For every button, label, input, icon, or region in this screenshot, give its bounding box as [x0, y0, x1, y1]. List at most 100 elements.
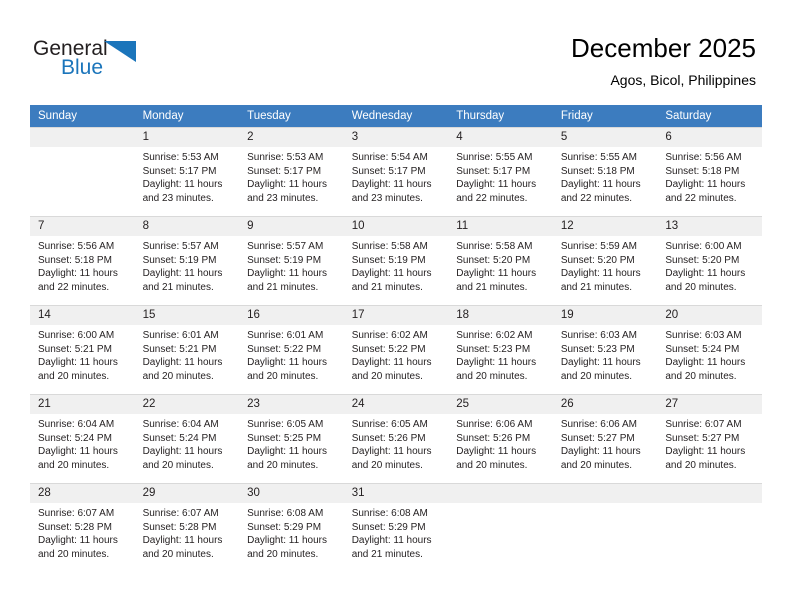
calendar-week-row: 1 Sunrise: 5:53 AM Sunset: 5:17 PM Daylight… [30, 127, 762, 217]
daylight-text-line2: and 20 minutes. [665, 459, 737, 471]
day-number: 28 [30, 484, 135, 503]
calendar-day-cell[interactable]: 12 Sunrise: 5:59 AM Sunset: 5:20 PM Dayligh… [552, 216, 658, 306]
calendar-day-cell[interactable]: 28 Sunrise: 6:07 AM Sunset: 5:28 PM Dayligh… [30, 483, 135, 572]
calendar-week-row: 14 Sunrise: 6:00 AM Sunset: 5:21 PM Dayligh… [30, 305, 762, 395]
calendar-day-cell[interactable]: 14 Sunrise: 6:00 AM Sunset: 5:21 PM Dayligh… [30, 305, 135, 395]
day-number: 25 [448, 395, 553, 414]
day-details: Sunrise: 5:53 AM Sunset: 5:17 PM Daylight:… [239, 147, 344, 205]
calendar-day-cell[interactable]: 31 Sunrise: 6:08 AM Sunset: 5:29 PM Dayligh… [343, 483, 449, 572]
day-number: 31 [343, 484, 449, 503]
daylight-text-line2: and 23 minutes. [247, 192, 319, 204]
day-number: 3 [343, 128, 449, 147]
sunrise-text: Sunrise: 5:58 AM [351, 241, 428, 252]
daylight-text-line2: and 21 minutes. [456, 281, 528, 293]
daylight-text-line2: and 20 minutes. [351, 459, 423, 471]
calendar-day-cell[interactable]: 6 Sunrise: 5:56 AM Sunset: 5:18 PM Daylight… [657, 127, 762, 217]
sunset-text: Sunset: 5:22 PM [351, 343, 426, 355]
column-header-wednesday: Wednesday [343, 105, 449, 128]
sunrise-text: Sunrise: 6:08 AM [351, 508, 428, 519]
calendar-day-cell[interactable]: 27 Sunrise: 6:07 AM Sunset: 5:27 PM Dayligh… [657, 394, 762, 484]
daylight-text-line2: and 20 minutes. [665, 281, 737, 293]
page-title: December 2025 [571, 33, 756, 63]
day-details: Sunrise: 6:01 AM Sunset: 5:22 PM Daylight:… [239, 325, 344, 383]
calendar-day-cell[interactable]: 21 Sunrise: 6:04 AM Sunset: 5:24 PM Dayligh… [30, 394, 135, 484]
daylight-text-line2: and 23 minutes. [351, 192, 423, 204]
daylight-text-line2: and 20 minutes. [142, 548, 214, 560]
sunrise-text: Sunrise: 6:06 AM [560, 419, 637, 430]
day-details: Sunrise: 6:08 AM Sunset: 5:29 PM Daylight:… [344, 503, 449, 561]
calendar-day-cell[interactable]: 23 Sunrise: 6:05 AM Sunset: 5:25 PM Dayligh… [239, 394, 344, 484]
day-number: 16 [239, 306, 344, 325]
calendar-day-cell[interactable]: 8 Sunrise: 5:57 AM Sunset: 5:19 PM Daylight… [134, 216, 240, 306]
calendar-day-cell[interactable]: 1 Sunrise: 5:53 AM Sunset: 5:17 PM Daylight… [134, 127, 240, 217]
sunset-text: Sunset: 5:24 PM [38, 432, 112, 444]
sunrise-text: Sunrise: 6:05 AM [351, 419, 428, 430]
sunrise-text: Sunrise: 6:00 AM [665, 241, 742, 252]
daylight-text-line1: Daylight: 11 hours [665, 446, 746, 458]
day-number [657, 484, 762, 503]
calendar-day-cell[interactable]: 5 Sunrise: 5:55 AM Sunset: 5:18 PM Daylight… [552, 127, 658, 217]
calendar-day-cell[interactable]: 26 Sunrise: 6:06 AM Sunset: 5:27 PM Dayligh… [552, 394, 658, 484]
daylight-text-line1: Daylight: 11 hours [560, 357, 641, 369]
calendar-day-cell[interactable]: 22 Sunrise: 6:04 AM Sunset: 5:24 PM Dayligh… [134, 394, 240, 484]
logo-text-blue: Blue [61, 56, 104, 79]
daylight-text-line1: Daylight: 11 hours [247, 179, 327, 191]
calendar-day-cell[interactable]: 4 Sunrise: 5:55 AM Sunset: 5:17 PM Daylight… [448, 127, 553, 217]
calendar-page: General Blue December 2025 Agos, Bicol, … [0, 0, 792, 612]
sunset-text: Sunset: 5:20 PM [456, 254, 531, 266]
day-number: 12 [552, 217, 658, 236]
sunset-text: Sunset: 5:17 PM [456, 165, 531, 177]
sunrise-text: Sunrise: 6:07 AM [665, 419, 742, 430]
sunset-text: Sunset: 5:29 PM [351, 521, 426, 533]
calendar-day-cell[interactable]: 13 Sunrise: 6:00 AM Sunset: 5:20 PM Dayligh… [657, 216, 762, 306]
sunrise-text: Sunrise: 5:57 AM [247, 241, 324, 252]
calendar-day-cell[interactable]: 19 Sunrise: 6:03 AM Sunset: 5:23 PM Dayligh… [552, 305, 658, 395]
calendar-day-cell[interactable]: 9 Sunrise: 5:57 AM Sunset: 5:19 PM Daylight… [239, 216, 344, 306]
calendar-day-cell[interactable]: 29 Sunrise: 6:07 AM Sunset: 5:28 PM Dayligh… [134, 483, 240, 572]
daylight-text-line1: Daylight: 11 hours [142, 268, 223, 280]
calendar-day-cell[interactable]: 10 Sunrise: 5:58 AM Sunset: 5:19 PM Dayligh… [343, 216, 449, 306]
title-block: December 2025 Agos, Bicol, Philippines [571, 32, 756, 90]
day-number: 11 [448, 217, 553, 236]
calendar-day-cell[interactable]: 7 Sunrise: 5:56 AM Sunset: 5:18 PM Daylight… [30, 216, 135, 306]
day-details: Sunrise: 6:06 AM Sunset: 5:27 PM Daylight:… [553, 414, 658, 472]
day-number: 6 [657, 128, 762, 147]
calendar-day-cell[interactable]: 11 Sunrise: 5:58 AM Sunset: 5:20 PM Dayligh… [448, 216, 553, 306]
daylight-text-line1: Daylight: 11 hours [38, 357, 118, 369]
day-details: Sunrise: 5:55 AM Sunset: 5:17 PM Daylight:… [448, 147, 553, 205]
daylight-text-line2: and 20 minutes. [247, 370, 319, 382]
calendar-day-cell[interactable]: 25 Sunrise: 6:06 AM Sunset: 5:26 PM Dayligh… [448, 394, 553, 484]
sunrise-text: Sunrise: 6:00 AM [38, 330, 115, 341]
sunset-text: Sunset: 5:27 PM [665, 432, 740, 444]
sunrise-text: Sunrise: 5:55 AM [456, 152, 533, 163]
calendar-day-cell[interactable]: 2 Sunrise: 5:53 AM Sunset: 5:17 PM Daylight… [239, 127, 344, 217]
calendar-grid: Sunday Monday Tuesday Wednesday Thursday… [30, 105, 762, 572]
calendar-day-cell[interactable]: 24 Sunrise: 6:05 AM Sunset: 5:26 PM Dayligh… [343, 394, 449, 484]
daylight-text-line2: and 20 minutes. [560, 459, 632, 471]
daylight-text-line2: and 20 minutes. [38, 548, 110, 560]
calendar-day-cell[interactable]: 3 Sunrise: 5:54 AM Sunset: 5:17 PM Daylight… [343, 127, 449, 217]
page-header: General Blue December 2025 Agos, Bicol, … [0, 0, 792, 100]
daylight-text-line2: and 21 minutes. [560, 281, 632, 293]
daylight-text-line1: Daylight: 11 hours [142, 535, 223, 547]
calendar-day-cell[interactable]: 20 Sunrise: 6:03 AM Sunset: 5:24 PM Dayligh… [657, 305, 762, 395]
day-number: 27 [657, 395, 762, 414]
daylight-text-line2: and 20 minutes. [560, 370, 632, 382]
calendar-week-row: 7 Sunrise: 5:56 AM Sunset: 5:18 PM Daylight… [30, 216, 762, 306]
general-blue-logo: General Blue [33, 37, 163, 87]
day-number: 15 [134, 306, 240, 325]
day-details: Sunrise: 5:53 AM Sunset: 5:17 PM Daylight:… [135, 147, 240, 205]
sunset-text: Sunset: 5:19 PM [247, 254, 322, 266]
day-number: 22 [134, 395, 240, 414]
calendar-day-cell[interactable]: 17 Sunrise: 6:02 AM Sunset: 5:22 PM Dayligh… [343, 305, 449, 395]
calendar-day-cell[interactable]: 16 Sunrise: 6:01 AM Sunset: 5:22 PM Dayligh… [239, 305, 344, 395]
day-number: 7 [30, 217, 135, 236]
calendar-day-cell[interactable]: 15 Sunrise: 6:01 AM Sunset: 5:21 PM Dayligh… [134, 305, 240, 395]
day-number: 14 [30, 306, 135, 325]
calendar-day-cell[interactable]: 18 Sunrise: 6:02 AM Sunset: 5:23 PM Dayligh… [448, 305, 553, 395]
day-details: Sunrise: 6:07 AM Sunset: 5:28 PM Daylight:… [135, 503, 240, 561]
calendar-day-cell[interactable]: 30 Sunrise: 6:08 AM Sunset: 5:29 PM Dayligh… [239, 483, 344, 572]
sunrise-text: Sunrise: 6:02 AM [351, 330, 428, 341]
calendar-header-row: Sunday Monday Tuesday Wednesday Thursday… [30, 105, 762, 128]
sunset-text: Sunset: 5:27 PM [560, 432, 635, 444]
